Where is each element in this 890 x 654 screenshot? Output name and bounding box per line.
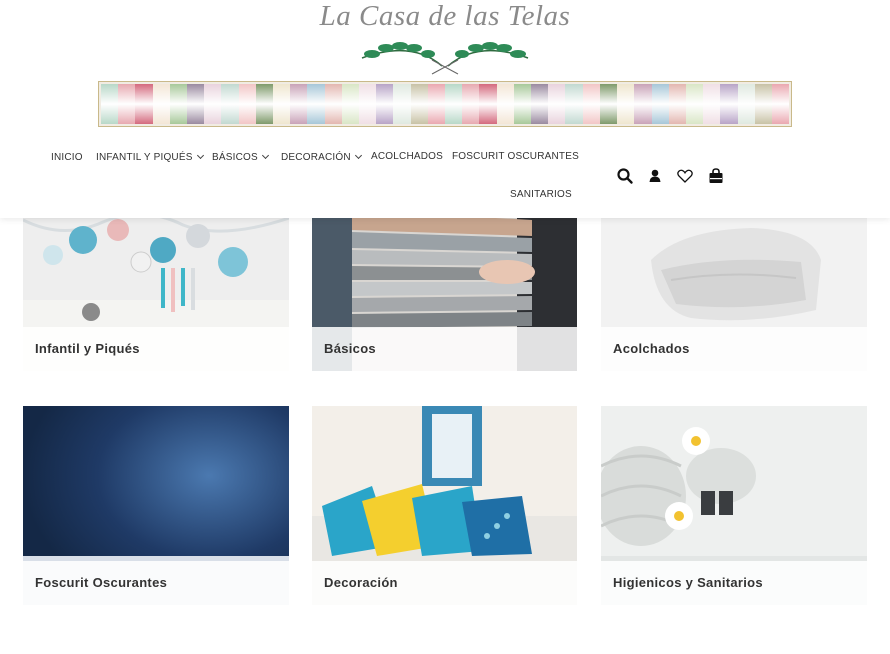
nav-item-foscurit[interactable]: FOSCURIT OSCURANTES [452,151,579,162]
nav-label: FOSCURIT OSCURANTES [452,151,579,162]
fabric-swatch [462,84,480,124]
nav-label: DECORACIÓN [281,152,351,163]
site-header: La Casa de las Telas INICIO INFANTIL Y P [0,0,890,218]
shopping-bag-icon[interactable] [707,167,725,185]
fabric-swatch [135,84,153,124]
fabric-swatch [290,84,308,124]
site-logo-text[interactable]: La Casa de las Telas [0,0,890,33]
fabric-swatch [393,84,411,124]
nav-item-inicio[interactable]: INICIO [51,152,83,163]
category-card-foscurit[interactable]: Foscurit Oscurantes [23,406,289,605]
fabric-swatch [771,84,790,124]
fabric-swatch [548,84,566,124]
fabric-swatch [513,84,532,124]
fabric-banner [98,81,792,127]
fabric-swatch [238,84,256,124]
nav-item-acolchados[interactable]: ACOLCHADOS [371,151,443,162]
category-card-acolchados[interactable]: Acolchados [601,200,867,371]
fabric-swatch [582,84,600,124]
category-card-sanitarios[interactable]: Higienicos y Sanitarios [601,406,867,605]
fabric-swatch [720,84,738,124]
page: Infantil y Piqués Básicos Acolchados Fos… [0,0,890,654]
fabric-swatch [101,84,119,124]
fabric-swatch [496,84,514,124]
fabric-swatch [152,84,170,124]
category-card-infantil[interactable]: Infantil y Piqués [23,200,289,371]
chevron-down-icon [261,151,269,160]
category-card-basicos[interactable]: Básicos [312,200,577,371]
nav-label: BÁSICOS [212,152,258,163]
nav-label: INICIO [51,152,83,163]
fabric-swatch [324,84,342,124]
nav-label: INFANTIL Y PIQUÉS [96,152,193,163]
category-label: Decoración [324,575,398,590]
user-icon[interactable] [646,167,664,185]
nav-label: ACOLCHADOS [371,151,444,162]
fabric-swatch [169,84,188,124]
fabric-swatch [685,84,704,124]
leaf-ornament-icon [361,42,529,75]
fabric-swatch [255,84,274,124]
nav-item-infantil[interactable]: INFANTIL Y PIQUÉS [96,151,204,163]
fabric-swatch [754,84,772,124]
category-label: Foscurit Oscurantes [35,575,168,590]
fabric-swatch [341,84,360,124]
category-card-decoracion[interactable]: Decoración [312,406,577,605]
nav-label: SANITARIOS [510,189,572,200]
fabric-swatch [703,84,721,124]
fabric-swatch [359,84,377,124]
nav-item-sanitarios[interactable]: SANITARIOS [510,189,572,200]
chevron-down-icon [196,151,204,160]
fabric-swatch [118,84,136,124]
heart-icon[interactable] [676,167,694,185]
fabric-swatch [445,84,463,124]
category-label: Básicos [324,341,376,356]
nav-item-decoracion[interactable]: DECORACIÓN [281,151,362,163]
fabric-swatch [204,84,222,124]
fabric-swatch [273,84,291,124]
fabric-swatch [531,84,549,124]
fabric-swatch [479,84,497,124]
category-label: Infantil y Piqués [35,341,140,356]
fabric-swatch [565,84,583,124]
fabric-swatch [651,84,669,124]
fabric-swatch [668,84,686,124]
nav-item-basicos[interactable]: BÁSICOS [212,151,269,163]
search-icon[interactable] [616,167,634,185]
fabric-swatch [187,84,205,124]
fabric-swatch [737,84,755,124]
fabric-swatch [427,84,446,124]
fabric-swatch [617,84,635,124]
fabric-swatch [599,84,618,124]
fabric-swatch [410,84,428,124]
fabric-swatch [376,84,394,124]
main-nav: INICIO INFANTIL Y PIQUÉS BÁSICOS DECORAC… [0,140,890,210]
fabric-swatch [221,84,239,124]
fabric-swatch [634,84,652,124]
category-label: Higienicos y Sanitarios [613,575,763,590]
chevron-down-icon [354,151,362,160]
category-label: Acolchados [613,341,690,356]
fabric-swatch [307,84,325,124]
